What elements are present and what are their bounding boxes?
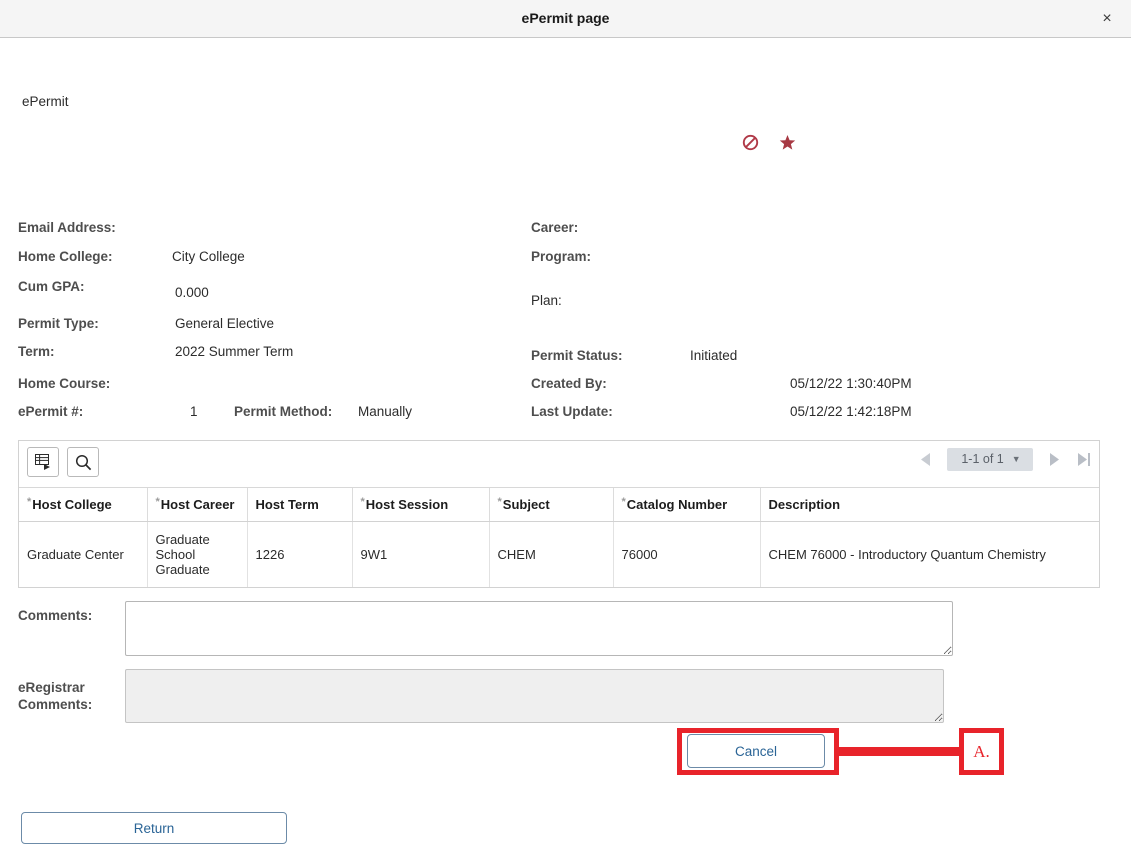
prohibited-icon[interactable] <box>742 134 759 151</box>
required-marker: * <box>360 496 365 508</box>
label-cum-gpa: Cum GPA: <box>18 279 85 294</box>
column-label: Subject <box>502 497 550 512</box>
table-row[interactable]: Graduate Center Graduate School Graduate… <box>19 521 1099 587</box>
value-cum-gpa: 0.000 <box>175 285 209 300</box>
label-home-course: Home Course: <box>18 376 111 391</box>
column-header-host-term[interactable]: Host Term <box>247 488 353 522</box>
label-home-college: Home College: <box>18 249 113 264</box>
cell-host-career: Graduate School Graduate <box>147 521 248 587</box>
required-marker: * <box>497 496 502 508</box>
cell-host-session: 9W1 <box>352 521 490 587</box>
label-plan: Plan: <box>531 293 562 308</box>
chevron-down-icon: ▼ <box>1011 454 1021 464</box>
eregistrar-comments-input[interactable] <box>125 669 944 723</box>
page-count-dropdown[interactable]: 1-1 of 1 ▼ <box>947 448 1033 471</box>
window-titlebar: ePermit page × <box>0 0 1131 38</box>
close-icon[interactable]: × <box>1083 0 1131 37</box>
annotation-letter-label: A. <box>973 741 990 761</box>
grid-toolbar-buttons <box>27 447 99 477</box>
label-last-update: Last Update: <box>531 404 613 419</box>
header-icon-group <box>742 134 796 151</box>
eregistrar-comments-label-line2: Comments: <box>18 697 93 712</box>
grid-personalize-icon[interactable] <box>27 447 59 477</box>
column-header-host-career[interactable]: *Host Career <box>147 488 248 522</box>
value-permit-status: Initiated <box>690 348 738 363</box>
star-icon[interactable] <box>779 134 796 151</box>
label-term: Term: <box>18 344 55 359</box>
cell-catalog-number: 76000 <box>613 521 761 587</box>
value-epermit-number: 1 <box>190 404 198 419</box>
next-page-icon[interactable] <box>1045 450 1063 470</box>
label-career: Career: <box>531 220 579 235</box>
page-body: ePermit Email Address: Home College: Cit… <box>0 38 1131 844</box>
last-page-icon[interactable] <box>1075 450 1093 470</box>
column-label: Host Term <box>255 497 319 512</box>
cell-host-college: Graduate Center <box>19 521 148 587</box>
annotation-connector-line <box>836 747 962 756</box>
cancel-button[interactable]: Cancel <box>687 734 825 768</box>
host-course-grid: 1-1 of 1 ▼ *Host College *Host Career Ho… <box>18 440 1100 588</box>
cell-host-term: 1226 <box>247 521 353 587</box>
grid-pagination: 1-1 of 1 ▼ <box>917 448 1093 471</box>
column-header-catalog-number[interactable]: *Catalog Number <box>613 488 761 522</box>
label-email-address: Email Address: <box>18 220 116 235</box>
label-permit-status: Permit Status: <box>531 348 623 363</box>
column-label: Host Session <box>365 497 449 512</box>
required-marker: * <box>621 496 626 508</box>
column-label: Catalog Number <box>626 497 728 512</box>
value-term: 2022 Summer Term <box>175 344 294 359</box>
grid-table: *Host College *Host Career Host Term *Ho… <box>19 488 1099 587</box>
required-marker: * <box>155 496 160 508</box>
grid-header-row: *Host College *Host Career Host Term *Ho… <box>19 488 1099 522</box>
value-last-update: 05/12/22 1:42:18PM <box>790 404 912 419</box>
previous-page-icon[interactable] <box>917 450 935 470</box>
required-marker: * <box>27 496 32 508</box>
eregistrar-comments-label-line1: eRegistrar <box>18 680 85 695</box>
cell-description: CHEM 76000 - Introductory Quantum Chemis… <box>760 521 1099 587</box>
label-created-by: Created By: <box>531 376 607 391</box>
label-permit-type: Permit Type: <box>18 316 99 331</box>
annotation-letter-box <box>959 728 1004 775</box>
column-header-host-session[interactable]: *Host Session <box>352 488 490 522</box>
value-permit-method: Manually <box>358 404 413 419</box>
search-icon[interactable] <box>67 447 99 477</box>
return-button[interactable]: Return <box>21 812 287 844</box>
page-count-label: 1-1 of 1 <box>961 452 1004 466</box>
cell-subject: CHEM <box>489 521 614 587</box>
label-permit-method: Permit Method: <box>234 404 333 419</box>
comments-label: Comments: <box>18 608 93 623</box>
grid-toolbar: 1-1 of 1 ▼ <box>19 441 1099 488</box>
column-label: Host College <box>32 497 112 512</box>
eregistrar-comments-label: eRegistrar Comments: <box>18 679 92 713</box>
column-label: Description <box>768 497 841 512</box>
value-home-college: City College <box>172 249 245 264</box>
label-epermit-number: ePermit #: <box>18 404 84 419</box>
column-label: Host Career <box>160 497 235 512</box>
column-header-host-college[interactable]: *Host College <box>19 488 148 522</box>
value-permit-type: General Elective <box>175 316 275 331</box>
breadcrumb: ePermit <box>22 94 69 109</box>
comments-input[interactable] <box>125 601 953 656</box>
window-title: ePermit page <box>521 10 610 26</box>
label-program: Program: <box>531 249 592 264</box>
column-header-subject[interactable]: *Subject <box>489 488 614 522</box>
value-created-by: 05/12/22 1:30:40PM <box>790 376 912 391</box>
column-header-description[interactable]: Description <box>760 488 1099 522</box>
